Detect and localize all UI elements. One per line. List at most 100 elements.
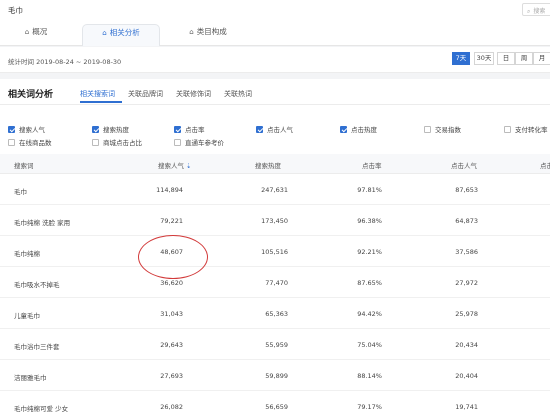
value-cell: 55,959 <box>265 341 288 349</box>
value-cell: 25,978 <box>455 310 478 318</box>
table-row[interactable]: 毛巾吸水不掉毛 36,620 77,470 87.65% 27,972 <box>0 268 550 298</box>
checkbox-icon <box>174 139 181 146</box>
value-cell: 65,363 <box>265 310 288 318</box>
value-cell: 96.38% <box>357 217 382 225</box>
home-icon: ⌂ <box>189 28 194 36</box>
related-words-card: 相关词分析 相关搜索词 关联品牌词 关联修饰词 关联热词 搜索人气 搜索热度 点… <box>0 79 550 413</box>
table-row[interactable]: 毛巾 114,894 247,631 97.81% 87,653 <box>0 175 550 205</box>
value-cell: 27,693 <box>160 372 183 380</box>
checkbox-icon <box>92 139 99 146</box>
search-icon: ⌕ <box>527 8 531 15</box>
keyword-cell[interactable]: 毛巾纯棉可爱 少女 <box>14 403 68 413</box>
period-month-button[interactable]: 月 <box>533 52 550 65</box>
value-cell: 94.42% <box>357 310 382 318</box>
value-cell: 64,873 <box>455 217 478 225</box>
value-cell: 88.14% <box>357 372 382 380</box>
column-header-click-rate[interactable]: 点击率 <box>362 160 382 170</box>
search-input[interactable]: ⌕ 搜索 <box>522 3 550 16</box>
metric-checkbox-click-rate[interactable]: 点击率 <box>174 124 205 134</box>
annotation-circle <box>138 235 208 279</box>
checkbox-icon <box>504 126 511 133</box>
date-range-label: 统计时间 2019-08-24 ~ 2019-08-30 <box>8 58 122 66</box>
divider <box>0 104 550 105</box>
page-title: 毛巾 <box>8 6 23 15</box>
metric-checkbox-search-heat[interactable]: 搜索热度 <box>92 124 129 134</box>
value-cell: 20,434 <box>455 341 478 349</box>
value-cell: 31,043 <box>160 310 183 318</box>
value-cell: 173,450 <box>261 217 288 225</box>
value-cell: 87.65% <box>357 279 382 287</box>
keyword-cell[interactable]: 毛巾 <box>14 186 27 196</box>
subtab-hot-words[interactable]: 关联热词 <box>224 89 252 99</box>
column-header-click-heat[interactable]: 点击热度 <box>540 160 550 170</box>
checkbox-icon <box>8 126 15 133</box>
table-row[interactable]: 毛巾纯棉可爱 少女 26,082 56,659 79.17% 19,741 <box>0 392 550 413</box>
subtab-related-search[interactable]: 相关搜索词 <box>80 89 115 99</box>
table-row[interactable]: 毛巾纯棉 洗脸 家用 79,221 173,450 96.38% 64,873 <box>0 206 550 236</box>
subtab-modifier-words[interactable]: 关联修饰词 <box>176 89 211 99</box>
metric-checkbox-mall-click-share[interactable]: 商城点击占比 <box>92 137 142 147</box>
tab-category-composition[interactable]: ⌂ 类目构成 <box>180 24 236 46</box>
metric-checkbox-trade-index[interactable]: 交易指数 <box>424 124 461 134</box>
table-row[interactable]: 儿童毛巾 31,043 65,363 94.42% 25,978 <box>0 299 550 329</box>
value-cell: 97.81% <box>357 186 382 194</box>
table-row[interactable]: 毛巾纯棉 48,607 105,516 92.21% 37,586 <box>0 237 550 267</box>
checkbox-icon <box>340 126 347 133</box>
table-row[interactable]: 洁丽雅毛巾 27,693 59,899 88.14% 20,404 <box>0 361 550 391</box>
column-header-search-heat[interactable]: 搜索热度 <box>255 160 281 170</box>
checkbox-icon <box>256 126 263 133</box>
keyword-cell[interactable]: 儿童毛巾 <box>14 310 40 320</box>
value-cell: 26,082 <box>160 403 183 411</box>
column-header-keyword: 搜索词 <box>14 162 34 170</box>
home-icon: ⌂ <box>102 29 107 37</box>
search-placeholder: 搜索 <box>533 8 546 15</box>
value-cell: 56,659 <box>265 403 288 411</box>
metric-checkbox-ztc-price[interactable]: 直通车参考价 <box>174 137 224 147</box>
subtab-brand-words[interactable]: 关联品牌词 <box>128 89 163 99</box>
main-tabs: ⌂ 概况 ⌂ 相关分析 ⌂ 类目构成 <box>0 24 550 46</box>
value-cell: 114,894 <box>156 186 183 194</box>
keyword-cell[interactable]: 毛巾纯棉 <box>14 248 40 258</box>
value-cell: 20,404 <box>455 372 478 380</box>
section-title: 相关词分析 <box>8 90 54 100</box>
tab-related-analysis[interactable]: ⌂ 相关分析 <box>82 24 160 46</box>
keyword-cell[interactable]: 洁丽雅毛巾 <box>14 372 47 382</box>
top-bar: 毛巾 ⌕ 搜索 ⌂ 概况 ⌂ 相关分析 ⌂ 类目构成 <box>0 0 550 46</box>
metric-checkbox-online-items[interactable]: 在线商品数 <box>8 137 52 147</box>
keyword-cell[interactable]: 毛巾吸水不掉毛 <box>14 279 60 289</box>
metric-checkbox-click-popularity[interactable]: 点击人气 <box>256 124 293 134</box>
value-cell: 19,741 <box>455 403 478 411</box>
value-cell: 247,631 <box>261 186 288 194</box>
checkbox-icon <box>424 126 431 133</box>
period-week-button[interactable]: 周 <box>515 52 533 65</box>
column-header-search-popularity[interactable]: 搜索人气 ⇣ <box>158 160 191 170</box>
table-header: 搜索词 搜索人气⇣ 搜索热度 点击率 点击人气 点击热度 <box>0 154 550 174</box>
period-30d-button[interactable]: 30天 <box>474 52 494 65</box>
value-cell: 105,516 <box>261 248 288 256</box>
value-cell: 36,620 <box>160 279 183 287</box>
value-cell: 37,586 <box>455 248 478 256</box>
column-header-click-popularity[interactable]: 点击人气 <box>451 160 477 170</box>
value-cell: 29,643 <box>160 341 183 349</box>
date-bar: 统计时间 2019-08-24 ~ 2019-08-30 7天 30天 日 周 … <box>0 47 550 73</box>
value-cell: 79.17% <box>357 403 382 411</box>
metric-checkbox-pay-conversion[interactable]: 支付转化率 <box>504 124 548 134</box>
keyword-cell[interactable]: 毛巾纯棉 洗脸 家用 <box>14 217 70 227</box>
keyword-cell[interactable]: 毛巾浴巾三件套 <box>14 341 60 351</box>
active-subtab-indicator <box>80 101 122 103</box>
checkbox-icon <box>174 126 181 133</box>
value-cell: 75.04% <box>357 341 382 349</box>
table-row[interactable]: 毛巾浴巾三件套 29,643 55,959 75.04% 20,434 <box>0 330 550 360</box>
sort-desc-icon: ⇣ <box>186 162 192 170</box>
checkbox-icon <box>92 126 99 133</box>
period-day-button[interactable]: 日 <box>497 52 515 65</box>
value-cell: 27,972 <box>455 279 478 287</box>
checkbox-icon <box>8 139 15 146</box>
value-cell: 87,653 <box>455 186 478 194</box>
metric-checkbox-click-heat[interactable]: 点击热度 <box>340 124 377 134</box>
period-7d-button[interactable]: 7天 <box>452 52 470 65</box>
value-cell: 59,899 <box>265 372 288 380</box>
value-cell: 79,221 <box>160 217 183 225</box>
metric-checkbox-search-popularity[interactable]: 搜索人气 <box>8 124 45 134</box>
tab-overview[interactable]: ⌂ 概况 <box>12 24 60 46</box>
